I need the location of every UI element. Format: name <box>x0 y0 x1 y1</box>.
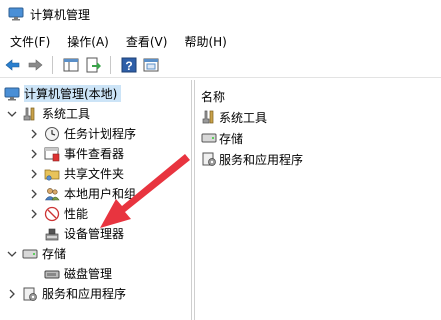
export-list-icon[interactable] <box>84 56 102 74</box>
event-viewer-icon <box>44 146 60 162</box>
toolbar-separator <box>110 56 111 74</box>
tree-label: 性能 <box>64 207 89 221</box>
storage-icon <box>22 246 38 262</box>
services-icon <box>201 151 217 167</box>
tree-item-task-scheduler[interactable]: 任务计划程序 <box>28 124 136 143</box>
tree-label: 系统工具 <box>42 107 91 121</box>
title-bar: 计算机管理 <box>0 0 441 28</box>
services-icon <box>22 286 38 302</box>
tree-label: 存储 <box>42 247 67 261</box>
tree-item-event-viewer[interactable]: 事件查看器 <box>28 144 124 163</box>
chevron-right-icon[interactable] <box>28 168 40 180</box>
menu-bar: 文件(F) 操作(A) 查看(V) 帮助(H) <box>0 30 441 52</box>
tree-item-shared-folders[interactable]: 共享文件夹 <box>28 164 124 183</box>
disk-management-icon <box>44 266 60 282</box>
list-item-system-tools[interactable]: 系统工具 <box>201 108 267 126</box>
shared-folder-icon <box>44 166 60 182</box>
chevron-right-icon[interactable] <box>28 128 40 140</box>
menu-file[interactable]: 文件(F) <box>0 33 57 50</box>
menu-help[interactable]: 帮助(H) <box>174 33 233 50</box>
tree-item-services-apps[interactable]: 服务和应用程序 <box>6 284 126 303</box>
tree-label: 事件查看器 <box>64 147 125 161</box>
tree-label-root: 计算机管理(本地) <box>24 85 122 102</box>
help-icon[interactable]: ? <box>120 56 138 74</box>
system-tools-icon <box>201 109 217 125</box>
back-icon[interactable] <box>4 56 22 74</box>
system-tools-icon <box>22 106 38 122</box>
window-title: 计算机管理 <box>30 7 91 22</box>
navigation-tree: 计算机管理(本地) 系统工具 任务计划程序 事件查看器 共享文件夹 本地用户和组… <box>0 80 192 320</box>
clock-icon <box>44 126 60 142</box>
device-manager-icon <box>44 226 60 242</box>
tree-item-local-users[interactable]: 本地用户和组 <box>28 184 136 203</box>
tree-label: 设备管理器 <box>64 227 125 241</box>
chevron-down-icon[interactable] <box>6 108 18 120</box>
column-header-name[interactable]: 名称 <box>201 88 225 105</box>
list-item-label: 存储 <box>219 131 244 146</box>
tree-label: 磁盘管理 <box>64 267 113 281</box>
chevron-right-icon[interactable] <box>6 288 18 300</box>
chevron-down-icon[interactable] <box>6 248 18 260</box>
users-icon <box>44 186 60 202</box>
list-item-label: 系统工具 <box>219 110 268 125</box>
computer-management-icon <box>8 7 24 21</box>
forward-icon[interactable] <box>26 56 44 74</box>
tree-item-root[interactable]: 计算机管理(本地) <box>4 84 122 103</box>
tree-label: 服务和应用程序 <box>42 287 127 301</box>
chevron-right-icon[interactable] <box>28 188 40 200</box>
tree-label: 任务计划程序 <box>64 127 137 141</box>
performance-icon <box>44 206 60 222</box>
menu-view[interactable]: 查看(V) <box>116 33 175 50</box>
properties-icon[interactable] <box>142 56 160 74</box>
chevron-right-icon[interactable] <box>28 208 40 220</box>
tree-item-system-tools[interactable]: 系统工具 <box>6 104 90 123</box>
tree-item-performance[interactable]: 性能 <box>28 204 88 223</box>
list-item-services-apps[interactable]: 服务和应用程序 <box>201 150 303 168</box>
storage-icon <box>201 130 217 146</box>
tree-label: 共享文件夹 <box>64 167 125 181</box>
details-pane: 名称 系统工具 存储 服务和应用程序 <box>194 80 441 320</box>
chevron-right-icon[interactable] <box>28 148 40 160</box>
tree-label: 本地用户和组 <box>64 187 137 201</box>
computer-management-icon <box>4 86 20 102</box>
tree-item-disk-management[interactable]: 磁盘管理 <box>40 264 112 283</box>
list-item-storage[interactable]: 存储 <box>201 129 243 147</box>
menu-action[interactable]: 操作(A) <box>57 33 116 50</box>
tree-item-device-manager[interactable]: 设备管理器 <box>40 224 124 243</box>
list-item-label: 服务和应用程序 <box>219 152 304 167</box>
svg-text:?: ? <box>125 59 132 73</box>
toolbar: ? <box>0 53 441 78</box>
toolbar-separator <box>52 56 53 74</box>
tree-item-storage[interactable]: 存储 <box>6 244 66 263</box>
show-hide-tree-icon[interactable] <box>62 56 80 74</box>
